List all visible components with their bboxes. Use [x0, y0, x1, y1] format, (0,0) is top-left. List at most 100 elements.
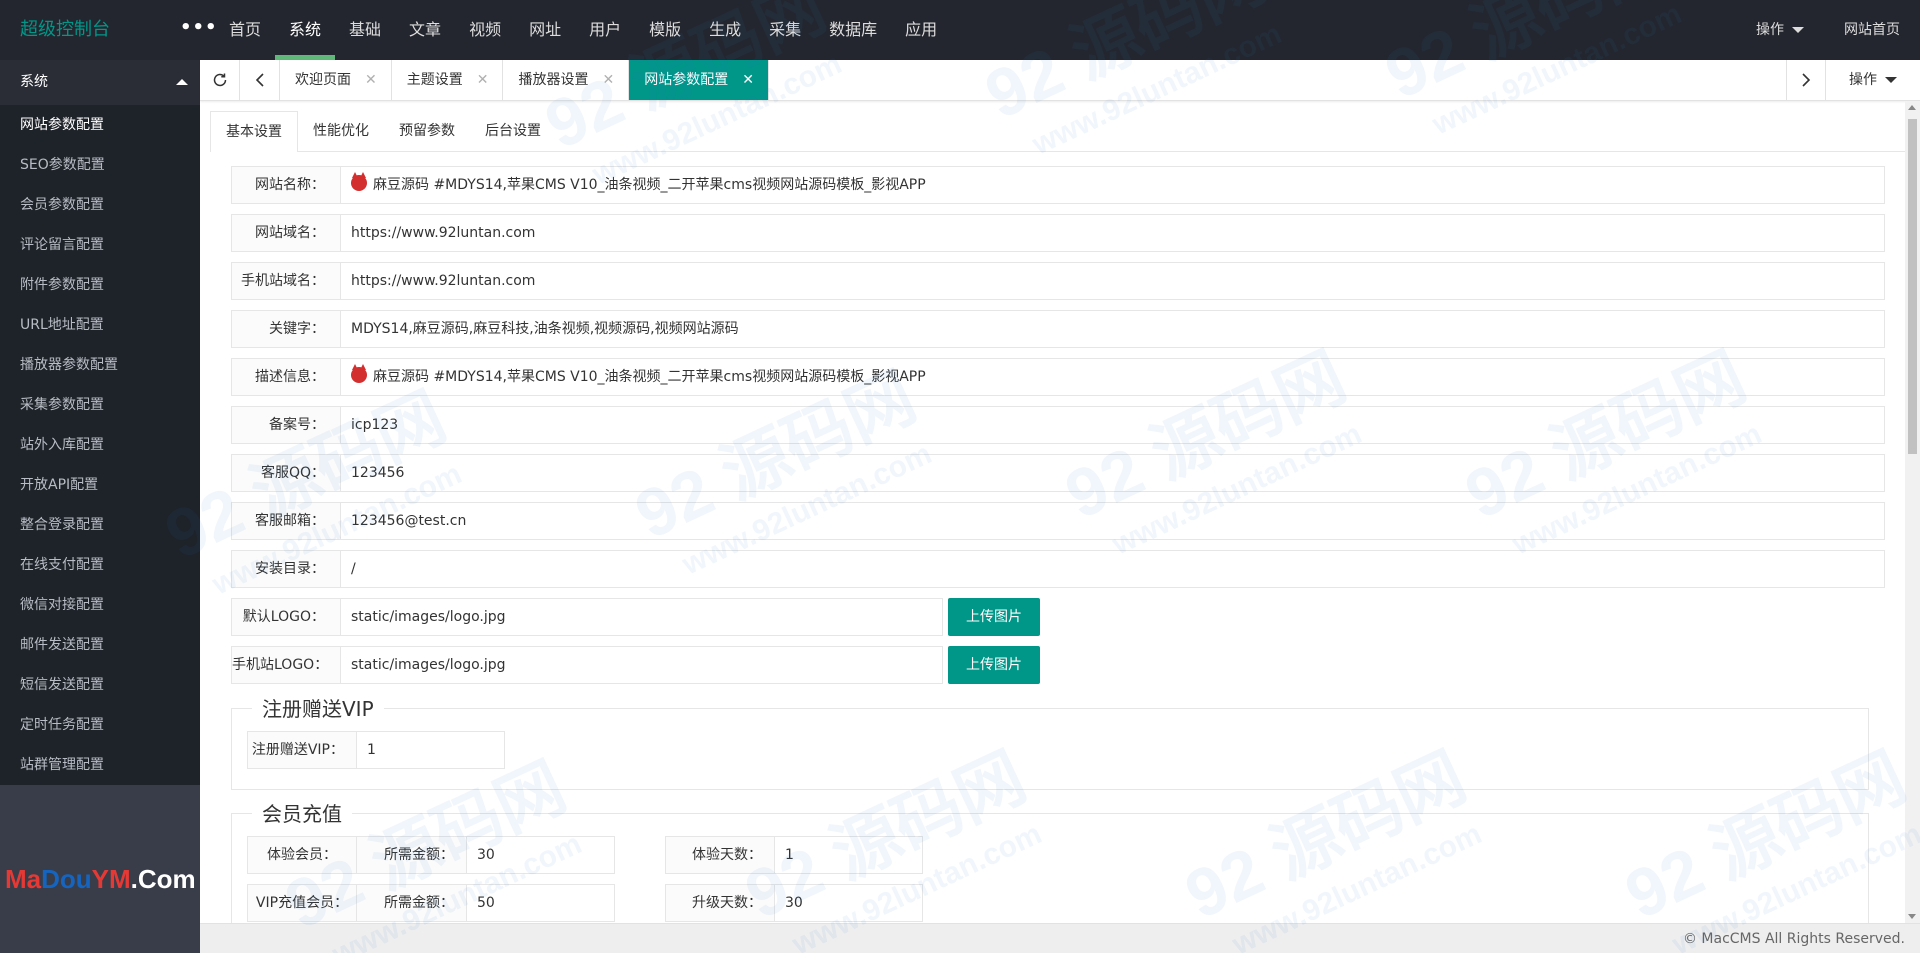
nav-item-basic[interactable]: 基础	[335, 0, 395, 60]
tab-reserved[interactable]: 预留参数	[384, 111, 470, 151]
nav-item-collect[interactable]: 采集	[755, 0, 815, 60]
sidebar-item-timer-config[interactable]: 定时任务配置	[0, 705, 200, 745]
mobile-domain-input[interactable]: https://www.92luntan.com	[341, 262, 1885, 300]
upload-mobile-logo-button[interactable]: 上传图片	[948, 646, 1040, 684]
tab-operate-menu[interactable]: 操作	[1826, 60, 1920, 100]
trial-member-label: 体验会员：	[247, 836, 357, 874]
vip-amount-label: 所需金额：	[357, 884, 467, 922]
reg-vip-fieldset: 注册赠送VIP 注册赠送VIP： 1	[231, 697, 1869, 790]
tab-basic-settings[interactable]: 基本设置	[210, 111, 298, 152]
sidebar-item-api-config[interactable]: 开放API配置	[0, 465, 200, 505]
close-icon[interactable]: ✕	[742, 72, 754, 88]
sidebar-item-domain-config[interactable]: 站群管理配置	[0, 745, 200, 785]
icp-input[interactable]: icp123	[341, 406, 1885, 444]
tab-player[interactable]: 播放器设置 ✕	[503, 60, 630, 100]
chevron-right-icon	[1802, 73, 1811, 87]
scroll-down-icon[interactable]	[1908, 914, 1916, 919]
keywords-input[interactable]: MDYS14,麻豆源码,麻豆科技,油条视频,视频源码,视频网站源码	[341, 310, 1885, 348]
sidebar-item-site-config[interactable]: 网站参数配置	[0, 105, 200, 145]
logo-input[interactable]: static/images/logo.jpg	[341, 598, 943, 636]
sidebar-item-comment-config[interactable]: 评论留言配置	[0, 225, 200, 265]
nav-item-template[interactable]: 模版	[635, 0, 695, 60]
app-logo[interactable]: 超级控制台	[20, 0, 110, 60]
trial-days-input[interactable]: 1	[775, 836, 923, 874]
row-email: 客服邮箱： 123456@test.cn	[231, 502, 1885, 540]
sidebar-item-seo-config[interactable]: SEO参数配置	[0, 145, 200, 185]
tab-next-button[interactable]	[1786, 60, 1826, 100]
trial-days-label: 体验天数：	[665, 836, 775, 874]
site-name-label: 网站名称：	[231, 166, 341, 204]
tab-admin-settings[interactable]: 后台设置	[470, 111, 556, 151]
tab-performance[interactable]: 性能优化	[298, 111, 384, 151]
brand-watermark: MaDouYM.Com	[5, 864, 196, 894]
sidebar-item-url-config[interactable]: URL地址配置	[0, 305, 200, 345]
sidebar-group-label: 系统	[20, 74, 48, 90]
email-label: 客服邮箱：	[231, 502, 341, 540]
site-domain-input[interactable]: https://www.92luntan.com	[341, 214, 1885, 252]
tab-site-config[interactable]: 网站参数配置 ✕	[629, 60, 769, 100]
description-input[interactable]: 麻豆源码 #MDYS14,苹果CMS V10_油条视频_二开苹果cms视频网站源…	[341, 358, 1885, 396]
nav-item-home[interactable]: 首页	[215, 0, 275, 60]
site-name-input[interactable]: 麻豆源码 #MDYS14,苹果CMS V10_油条视频_二开苹果cms视频网站源…	[341, 166, 1885, 204]
sidebar-item-player-config[interactable]: 播放器参数配置	[0, 345, 200, 385]
trial-amount-input[interactable]: 30	[467, 836, 615, 874]
upload-logo-button[interactable]: 上传图片	[948, 598, 1040, 636]
refresh-button[interactable]	[200, 60, 240, 100]
header-right: 操作 网站首页	[1736, 0, 1920, 60]
row-qq: 客服QQ： 123456	[231, 454, 1885, 492]
install-dir-label: 安装目录：	[231, 550, 341, 588]
more-menu-button[interactable]: •••	[180, 0, 218, 60]
sidebar-item-attachment-config[interactable]: 附件参数配置	[0, 265, 200, 305]
top-header: 超级控制台 ••• 首页 系统 基础 文章 视频 网址 用户 模版 生成 采集 …	[0, 0, 1920, 60]
row-logo: 默认LOGO： static/images/logo.jpg	[231, 598, 943, 636]
mobile-domain-label: 手机站域名：	[231, 262, 341, 300]
mobile-logo-input[interactable]: static/images/logo.jpg	[341, 646, 943, 684]
nav-item-system[interactable]: 系统	[275, 0, 336, 60]
qq-input[interactable]: 123456	[341, 454, 1885, 492]
row-icp: 备案号： icp123	[231, 406, 1885, 444]
vip-member-label: VIP充值会员：	[247, 884, 357, 922]
sidebar-item-login-config[interactable]: 整合登录配置	[0, 505, 200, 545]
tab-prev-button[interactable]	[240, 60, 280, 100]
reg-vip-input[interactable]: 1	[357, 731, 505, 769]
vip-days-input[interactable]: 30	[775, 884, 923, 922]
keywords-label: 关键字：	[231, 310, 341, 348]
qq-label: 客服QQ：	[231, 454, 341, 492]
scrollbar-thumb[interactable]	[1908, 119, 1917, 454]
settings-tabs: 基本设置 性能优化 预留参数 后台设置	[210, 111, 556, 152]
recharge-row-trial: 体验会员： 所需金额： 30 体验天数： 1	[247, 836, 923, 874]
nav-item-article[interactable]: 文章	[395, 0, 455, 60]
close-icon[interactable]: ✕	[365, 72, 377, 88]
sidebar-item-sms-config[interactable]: 短信发送配置	[0, 665, 200, 705]
close-icon[interactable]: ✕	[477, 72, 489, 88]
email-input[interactable]: 123456@test.cn	[341, 502, 1885, 540]
sidebar-item-pay-config[interactable]: 在线支付配置	[0, 545, 200, 585]
caret-up-icon	[176, 79, 188, 85]
reg-vip-legend: 注册赠送VIP	[252, 697, 384, 721]
install-dir-input[interactable]: /	[341, 550, 1885, 588]
nav-item-generate[interactable]: 生成	[695, 0, 755, 60]
recharge-fieldset: 会员充值 体验会员： 所需金额： 30 体验天数： 1 VIP充值会员： 所需金…	[231, 802, 1869, 923]
nav-item-database[interactable]: 数据库	[815, 0, 891, 60]
caret-down-icon	[1885, 77, 1897, 83]
vip-amount-input[interactable]: 50	[467, 884, 615, 922]
close-icon[interactable]: ✕	[602, 72, 614, 88]
sidebar-item-collect-config[interactable]: 采集参数配置	[0, 385, 200, 425]
nav-item-apps[interactable]: 应用	[891, 0, 951, 60]
sidebar-item-wechat-config[interactable]: 微信对接配置	[0, 585, 200, 625]
nav-item-video[interactable]: 视频	[455, 0, 515, 60]
sidebar-item-email-config[interactable]: 邮件发送配置	[0, 625, 200, 665]
site-home-link[interactable]: 网站首页	[1824, 0, 1920, 60]
tab-welcome[interactable]: 欢迎页面 ✕	[280, 60, 392, 100]
scroll-up-icon[interactable]	[1908, 105, 1916, 110]
sidebar-item-import-config[interactable]: 站外入库配置	[0, 425, 200, 465]
icp-label: 备案号：	[231, 406, 341, 444]
top-nav: 首页 系统 基础 文章 视频 网址 用户 模版 生成 采集 数据库 应用	[215, 0, 951, 60]
header-operate-menu[interactable]: 操作	[1736, 0, 1824, 60]
sidebar-group-system[interactable]: 系统	[0, 60, 200, 105]
nav-item-user[interactable]: 用户	[575, 0, 635, 60]
sidebar-item-member-config[interactable]: 会员参数配置	[0, 185, 200, 225]
tab-theme[interactable]: 主题设置 ✕	[392, 60, 504, 100]
nav-item-url[interactable]: 网址	[515, 0, 575, 60]
content-scrollbar[interactable]	[1905, 101, 1920, 923]
